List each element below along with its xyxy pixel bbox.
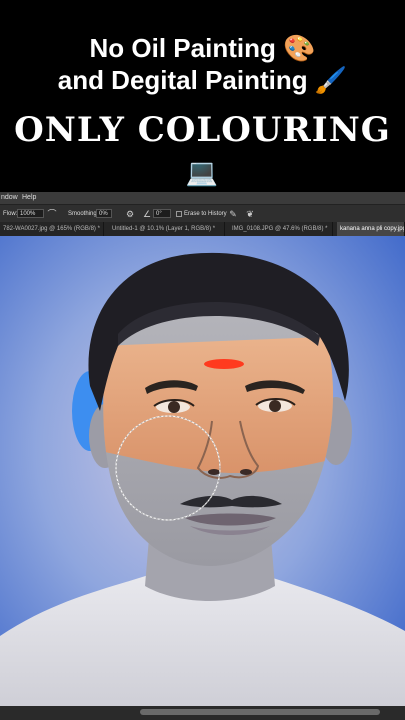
symmetry-icon[interactable]: ❦ — [245, 209, 255, 219]
document-tabs: 782-WA0027.jpg @ 165% (RGB/8) * Untitled… — [0, 222, 405, 236]
smoothing-label: Smoothing: — [68, 211, 99, 217]
caption-line-1: No Oil Painting 🎨 — [0, 33, 405, 64]
flow-label: Flow: — [3, 211, 18, 217]
palette-icon: 🎨 — [283, 34, 316, 64]
horizontal-scrollbar[interactable] — [140, 709, 380, 715]
tab-document-2[interactable]: Untitled-1 @ 10.1% (Layer 1, RGB/8) * — [109, 222, 225, 236]
angle-input[interactable]: 0° — [153, 209, 171, 218]
portrait-photo — [0, 236, 405, 706]
menu-window[interactable]: ndow — [1, 194, 18, 201]
caption-line-2-text: and Degital Painting — [57, 65, 308, 95]
tab-document-1[interactable]: 782-WA0027.jpg @ 165% (RGB/8) * — [0, 222, 104, 236]
pressure-opacity-icon[interactable]: ✎ — [228, 209, 238, 219]
airbrush-icon[interactable]: ⌒ — [47, 209, 57, 219]
tab-document-3[interactable]: IMG_0108.JPG @ 47.6% (RGB/8) * — [229, 222, 333, 236]
flow-input[interactable]: 100% — [17, 209, 44, 218]
smoothing-input[interactable]: 0% — [96, 209, 112, 218]
menu-help[interactable]: Help — [22, 194, 36, 201]
laptop-icon: 💻 — [185, 158, 220, 188]
caption-line-1-text: No Oil Painting — [89, 33, 276, 63]
tab-document-active[interactable]: kanana anna pli copy.jpg — [337, 222, 405, 236]
status-bar — [0, 706, 405, 720]
paintbrush-icon: 🖌️ — [314, 66, 348, 96]
gear-icon[interactable]: ⚙ — [125, 209, 135, 219]
caption-line-3-text: ONLY COLOURING — [14, 110, 391, 150]
video-caption: No Oil Painting 🎨 and Degital Painting 🖌… — [0, 0, 405, 192]
erase-history-label: Erase to History — [184, 211, 227, 217]
tool-options-bar: Flow: 100% ⌒ Smoothing: 0% ⚙ ∠ 0° Erase … — [0, 204, 405, 223]
caption-line-3: ONLY COLOURING 💻 — [0, 110, 405, 190]
document-canvas[interactable] — [0, 236, 405, 706]
caption-line-2: and Degital Painting 🖌️ — [0, 65, 405, 96]
erase-history-checkbox[interactable] — [176, 211, 182, 217]
angle-icon: ∠ — [142, 209, 152, 219]
menu-bar: ndow Help — [0, 192, 405, 204]
